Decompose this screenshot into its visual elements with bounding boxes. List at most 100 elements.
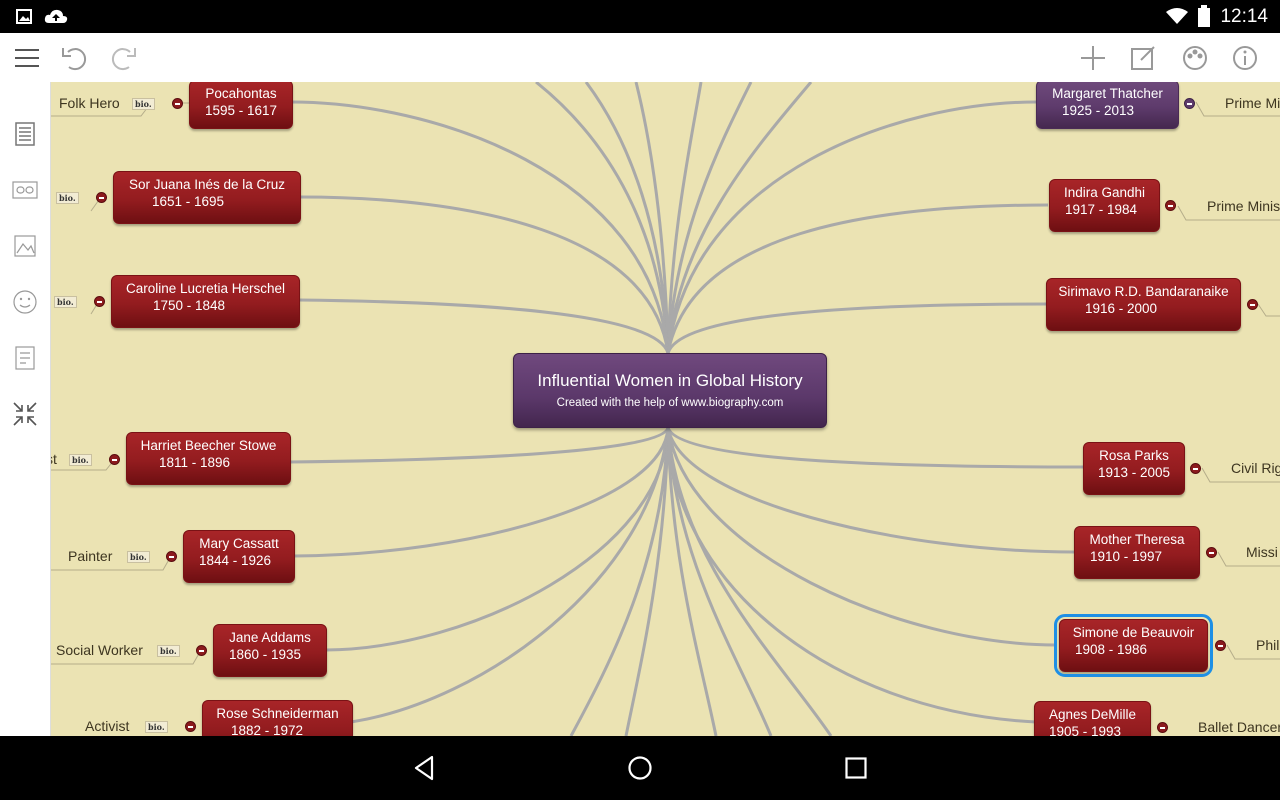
node-years: 1595 - 1617 [204, 103, 278, 118]
central-topic-title: Influential Women in Global History [537, 371, 803, 390]
info-icon[interactable] [1229, 42, 1261, 74]
node-name: Pocahontas [205, 86, 277, 101]
subtopic-label[interactable]: Prime Mi [1225, 95, 1280, 111]
node-name: Mary Cassatt [199, 536, 279, 551]
menu-icon[interactable] [11, 42, 43, 74]
redo-icon[interactable] [107, 42, 139, 74]
node-margaret-thatcher[interactable]: Margaret Thatcher 1925 - 2013 [1036, 82, 1179, 129]
node-name: Caroline Lucretia Herschel [125, 281, 286, 296]
cloud-upload-icon [44, 9, 68, 23]
node-years: 1916 - 2000 [1085, 301, 1158, 316]
node-name: Agnes DeMille [1048, 707, 1137, 722]
status-bar: 12:14 [0, 0, 1280, 33]
node-rose-schneiderman[interactable]: Rose Schneiderman 1882 - 1972 [202, 700, 353, 736]
node-sor-juana[interactable]: Sor Juana Inés de la Cruz 1651 - 1695 [113, 171, 301, 224]
edit-icon[interactable] [1127, 42, 1159, 74]
subtopic-label[interactable]: Social Worker [56, 642, 143, 658]
subtopic-label[interactable]: Folk Hero [59, 95, 120, 111]
bio-link-icon[interactable]: bio. [157, 645, 180, 657]
link-icon[interactable] [12, 177, 38, 203]
subtopic-label[interactable]: Civil Rig [1231, 460, 1280, 476]
status-clock: 12:14 [1220, 6, 1268, 27]
subtopic-label[interactable]: Ballet Dancer [1198, 719, 1280, 735]
subtopic-label[interactable]: Activist [85, 718, 129, 734]
palette-icon[interactable] [1179, 42, 1211, 74]
node-simone-de-beauvoir[interactable]: Simone de Beauvoir 1908 - 1986 [1054, 614, 1213, 677]
node-agnes-demille[interactable]: Agnes DeMille 1905 - 1993 [1034, 701, 1151, 736]
node-years: 1908 - 1986 [1075, 642, 1148, 657]
collapse-button[interactable] [1215, 640, 1226, 651]
node-name: Mother Theresa [1089, 532, 1185, 547]
left-sidebar [0, 82, 51, 736]
notes-icon[interactable] [12, 121, 38, 147]
node-caroline-herschel[interactable]: Caroline Lucretia Herschel 1750 - 1848 [111, 275, 300, 328]
collapse-all-icon[interactable] [12, 401, 38, 427]
central-topic-subtitle: Created with the help of www.biography.c… [556, 397, 784, 409]
node-name: Margaret Thatcher [1052, 86, 1163, 101]
image-icon[interactable] [12, 233, 38, 259]
bio-link-icon[interactable]: bio. [69, 454, 92, 466]
recents-icon[interactable] [840, 752, 872, 784]
subtopic-label[interactable]: Painter [68, 548, 112, 564]
node-years: 1860 - 1935 [229, 647, 302, 662]
subtopic-label[interactable]: st [51, 451, 57, 467]
node-name: Sirimavo R.D. Bandaranaike [1058, 284, 1229, 299]
bio-link-icon[interactable]: bio. [56, 192, 79, 204]
wifi-icon [1166, 8, 1188, 24]
undo-icon[interactable] [59, 42, 91, 74]
subtopic-label[interactable]: Phil [1256, 637, 1279, 653]
node-years: 1913 - 2005 [1097, 465, 1171, 480]
subtopic-label[interactable]: Prime Minis [1207, 198, 1280, 214]
smiley-icon[interactable] [12, 289, 38, 315]
node-years: 1910 - 1997 [1090, 549, 1163, 564]
node-mother-theresa[interactable]: Mother Theresa 1910 - 1997 [1074, 526, 1200, 579]
subtopic-label[interactable]: Missi [1246, 544, 1278, 560]
collapse-button[interactable] [109, 454, 120, 465]
node-harriet-beecher-stowe[interactable]: Harriet Beecher Stowe 1811 - 1896 [126, 432, 291, 485]
collapse-button[interactable] [94, 296, 105, 307]
bio-link-icon[interactable]: bio. [127, 551, 150, 563]
system-nav-bar [0, 736, 1280, 800]
node-years: 1925 - 2013 [1062, 103, 1135, 118]
gallery-notification-icon [16, 9, 32, 24]
add-icon[interactable] [1077, 42, 1109, 74]
node-years: 1651 - 1695 [152, 194, 225, 209]
bio-link-icon[interactable]: bio. [132, 98, 155, 110]
task-icon[interactable] [12, 345, 38, 371]
node-jane-addams[interactable]: Jane Addams 1860 - 1935 [213, 624, 327, 677]
node-years: 1750 - 1848 [153, 298, 226, 313]
collapse-button[interactable] [1157, 722, 1168, 733]
node-pocahontas[interactable]: Pocahontas 1595 - 1617 [189, 82, 293, 129]
battery-icon [1198, 5, 1210, 27]
collapse-button[interactable] [1184, 98, 1195, 109]
node-name: Harriet Beecher Stowe [140, 438, 277, 453]
app-toolbar [0, 33, 1280, 83]
central-topic[interactable]: Influential Women in Global History Crea… [513, 353, 827, 428]
home-icon[interactable] [624, 752, 656, 784]
mind-map-canvas[interactable]: Influential Women in Global History Crea… [51, 82, 1280, 736]
node-name: Jane Addams [229, 630, 311, 645]
node-name: Sor Juana Inés de la Cruz [128, 177, 286, 192]
collapse-button[interactable] [1190, 463, 1201, 474]
node-years: 1811 - 1896 [159, 455, 231, 470]
node-sirimavo-bandaranaike[interactable]: Sirimavo R.D. Bandaranaike 1916 - 2000 [1046, 278, 1241, 331]
collapse-button[interactable] [166, 551, 177, 562]
node-name: Simone de Beauvoir [1072, 625, 1195, 640]
collapse-button[interactable] [96, 192, 107, 203]
node-years: 1882 - 1972 [231, 723, 304, 736]
collapse-button[interactable] [1206, 547, 1217, 558]
node-mary-cassatt[interactable]: Mary Cassatt 1844 - 1926 [183, 530, 295, 583]
node-indira-gandhi[interactable]: Indira Gandhi 1917 - 1984 [1049, 179, 1160, 232]
node-name: Indira Gandhi [1063, 185, 1146, 200]
collapse-button[interactable] [185, 721, 196, 732]
collapse-button[interactable] [172, 98, 183, 109]
node-name: Rosa Parks [1099, 448, 1169, 463]
bio-link-icon[interactable]: bio. [145, 721, 168, 733]
back-icon[interactable] [408, 752, 440, 784]
collapse-button[interactable] [196, 645, 207, 656]
node-years: 1917 - 1984 [1065, 202, 1138, 217]
node-rosa-parks[interactable]: Rosa Parks 1913 - 2005 [1083, 442, 1185, 495]
bio-link-icon[interactable]: bio. [54, 296, 77, 308]
collapse-button[interactable] [1165, 200, 1176, 211]
collapse-button[interactable] [1247, 299, 1258, 310]
